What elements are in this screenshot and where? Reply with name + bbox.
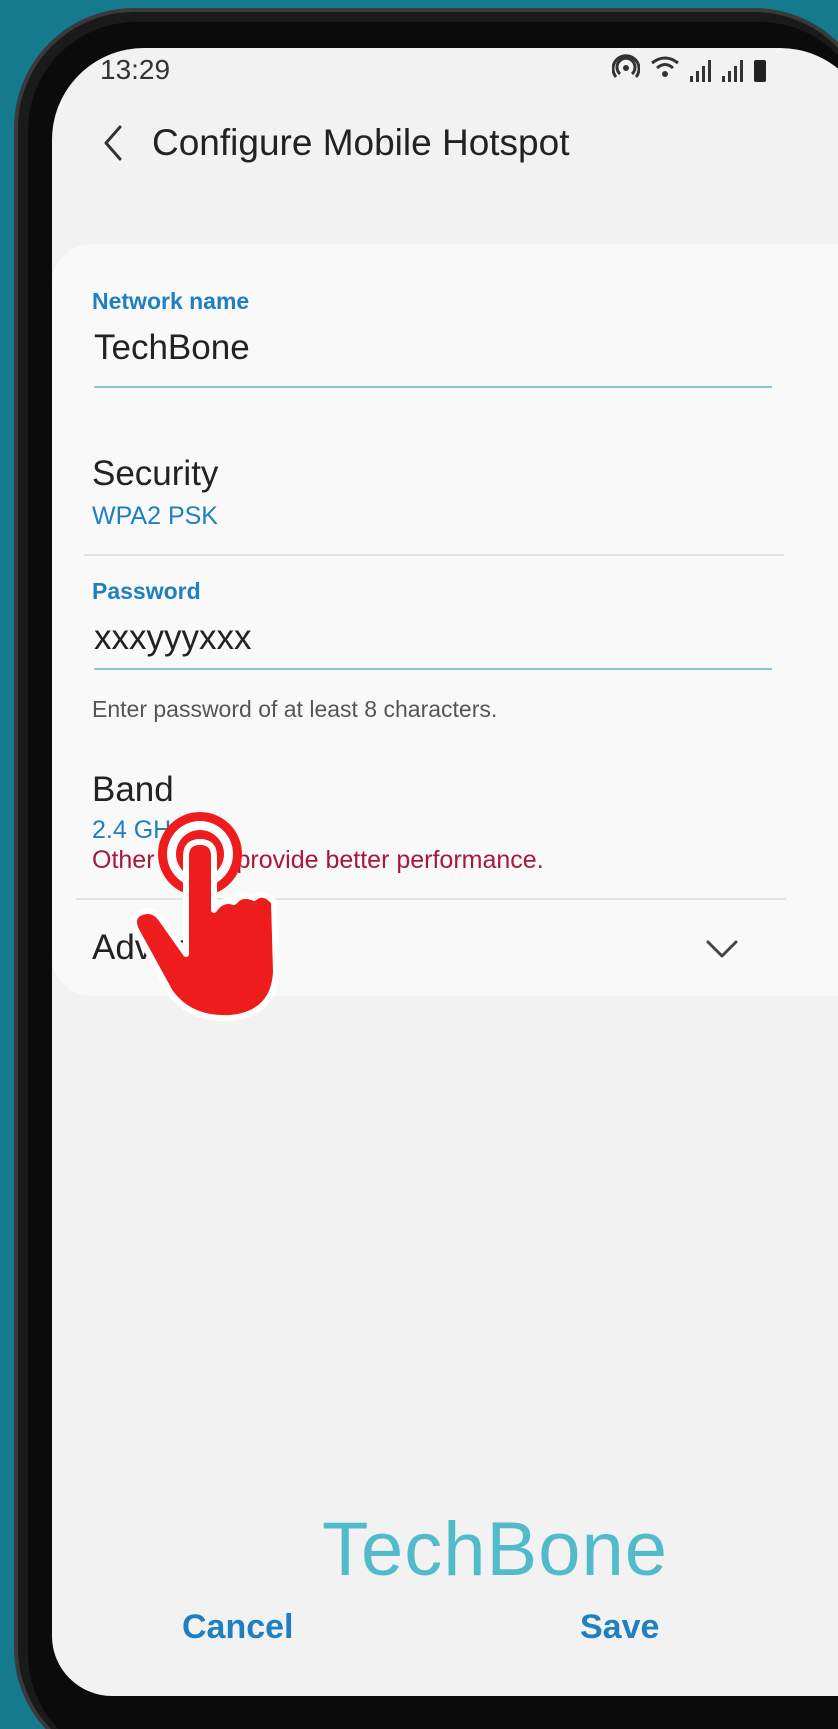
network-name-underline — [94, 386, 772, 388]
watermark-logo: TechBone — [322, 1507, 669, 1592]
band-title: Band — [92, 770, 174, 809]
security-value: WPA2 PSK — [92, 502, 218, 530]
status-time: 13:29 — [100, 54, 171, 85]
back-arrow-icon[interactable] — [92, 118, 132, 168]
page-title: Configure Mobile Hotspot — [152, 122, 570, 163]
save-button[interactable]: Save — [580, 1608, 659, 1647]
signal-icon — [690, 59, 712, 82]
security-title: Security — [92, 454, 219, 493]
wifi-icon — [650, 55, 680, 86]
divider — [84, 554, 784, 556]
hotspot-icon — [611, 54, 641, 87]
password-helper-text: Enter password of at least 8 characters. — [92, 696, 498, 722]
password-label: Password — [92, 578, 201, 604]
network-name-label: Network name — [92, 288, 250, 314]
network-name-field[interactable]: TechBone — [94, 328, 250, 368]
password-field[interactable]: xxxyyyxxx — [94, 618, 252, 658]
chevron-down-icon — [702, 934, 742, 964]
password-underline — [94, 668, 772, 670]
status-icons — [611, 54, 766, 87]
signal-icon — [722, 59, 744, 82]
cancel-button[interactable]: Cancel — [182, 1608, 294, 1647]
battery-icon — [754, 59, 766, 82]
tap-hand-icon — [130, 806, 290, 1030]
